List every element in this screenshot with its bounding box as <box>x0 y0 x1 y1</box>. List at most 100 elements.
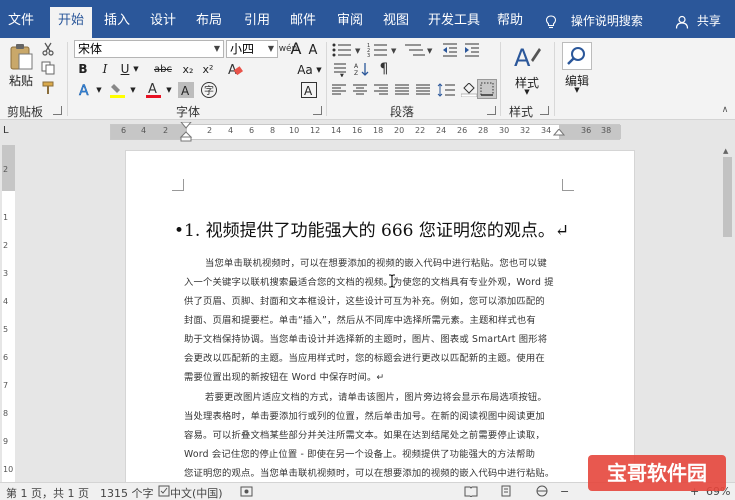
format-painter-button[interactable] <box>40 80 56 96</box>
paint-bucket-icon <box>461 83 477 97</box>
decrease-indent-button[interactable] <box>440 40 460 60</box>
align-center-button[interactable] <box>351 82 369 98</box>
word-count-status[interactable]: 1315 个字 <box>100 485 154 500</box>
chevron-down-icon[interactable]: ▼ <box>315 61 323 79</box>
text-effects-button[interactable]: A <box>76 81 94 99</box>
font-name-combo[interactable]: 宋体 ▼ <box>74 40 224 58</box>
shrink-font-button[interactable]: A <box>303 40 323 60</box>
bullets-button[interactable]: ▼ <box>330 40 364 60</box>
align-left-button[interactable] <box>330 82 348 98</box>
page-count-status[interactable]: 第 1 页，共 1 页 <box>6 485 89 500</box>
tab-references[interactable]: 引用 <box>240 0 274 38</box>
tab-review[interactable]: 审阅 <box>333 0 367 38</box>
cut-button[interactable] <box>40 41 56 57</box>
body-text-line[interactable]: 封面、页眉和提要栏。单击“插入”，然后从不同库中选择所需元素。主题和样式也有 <box>184 312 536 326</box>
tab-view[interactable]: 视图 <box>379 0 413 38</box>
copy-button[interactable] <box>40 60 56 76</box>
chevron-down-icon[interactable]: ▼ <box>560 86 594 94</box>
tell-me-search[interactable]: 操作说明搜索 <box>545 0 643 38</box>
chevron-down-icon[interactable]: ▼ <box>164 81 174 99</box>
body-text-line[interactable]: 会更改以匹配新的主题。当应用样式时，您的标题会进行更改以匹配新的主题。使用在 <box>184 350 545 364</box>
vertical-scrollbar[interactable]: ▲ <box>720 145 735 482</box>
language-status[interactable]: 中文(中国) <box>170 485 223 500</box>
body-text-line[interactable]: 当处理表格时，单击要添加行或列的位置，然后单击加号。在新的阅读视图中阅读更加 <box>184 408 545 422</box>
collapse-ribbon-icon[interactable]: ∧ <box>718 104 732 116</box>
right-indent-marker-icon[interactable] <box>553 129 565 141</box>
body-text-line[interactable]: 供了页眉、页脚、封面和文本框设计，这些设计可互为补充。例如，您可以添加匹配的 <box>184 293 545 307</box>
numbering-button[interactable]: 1 2 3 ▼ <box>366 40 400 60</box>
font-color-button[interactable]: A <box>144 81 164 99</box>
web-layout-icon[interactable] <box>536 485 548 500</box>
change-case-button[interactable]: Aa <box>293 61 317 79</box>
font-launcher[interactable] <box>313 106 322 115</box>
scroll-up-icon[interactable]: ▲ <box>723 147 728 155</box>
styles-launcher[interactable] <box>540 106 549 115</box>
show-marks-button[interactable]: ¶ <box>374 60 394 78</box>
clipboard-launcher[interactable] <box>53 106 62 115</box>
tab-insert[interactable]: 插入 <box>100 0 134 38</box>
scrollbar-thumb[interactable] <box>723 157 732 237</box>
body-text-line[interactable]: 助于文档保持协调。当您单击设计并选择新的主题时，图片、图表或 SmartArt … <box>184 331 547 345</box>
underline-button[interactable]: U <box>118 61 132 77</box>
horizontal-ruler[interactable]: 6 4 2 2 4 6 8 10 12 14 16 18 20 22 24 26… <box>110 122 621 142</box>
enclose-characters-button[interactable]: 字 <box>200 81 218 99</box>
body-text-line[interactable]: 容易。可以折叠文档某些部分并关注所需文本。如果在达到结尾处之前需要停止读取， <box>184 427 545 441</box>
paste-button[interactable] <box>6 42 36 72</box>
body-text-line[interactable]: 您证明您的观点。当您单击联机视频时，可以在想要添加的视频的嵌入代码中进行粘贴。 <box>184 465 554 479</box>
bold-button[interactable]: B <box>76 61 90 77</box>
chevron-down-icon[interactable]: ▼ <box>211 41 223 57</box>
clear-formatting-button[interactable]: A <box>226 60 244 78</box>
highlight-button[interactable] <box>108 81 128 99</box>
tab-mailings[interactable]: 邮件 <box>286 0 320 38</box>
bullet-list-icon: ▼ <box>332 43 361 57</box>
share-button[interactable]: 共享 <box>675 0 721 38</box>
indent-marker-icon[interactable] <box>179 122 193 142</box>
tab-file[interactable]: 文件 <box>6 0 36 38</box>
body-text-line[interactable]: 入一个关键字以联机搜索最适合您的文档的视频。为使您的文档具有专业外观，Word … <box>184 274 554 288</box>
document-page[interactable]: •1. 视频提供了功能强大的 666 您证明您的观点。↵ 当您单击联机视频时，可… <box>125 150 635 482</box>
site-watermark: 宝哥软件园 <box>588 455 726 491</box>
char-border-button[interactable]: A <box>300 81 318 99</box>
chevron-down-icon[interactable]: ▼ <box>128 81 138 99</box>
subscript-button[interactable]: x₂ <box>180 61 196 77</box>
vertical-ruler[interactable]: 2 1 2 3 4 5 6 7 8 9 10 <box>0 145 17 482</box>
tab-home[interactable]: 开始 <box>50 7 92 38</box>
body-text-line[interactable]: 需要位置出现的新按钮在 Word 中保存时间。↵ <box>184 369 384 383</box>
font-size-combo[interactable]: 小四 ▼ <box>226 40 278 58</box>
superscript-button[interactable]: x² <box>200 61 216 77</box>
chevron-down-icon[interactable]: ▼ <box>94 81 104 99</box>
chinese-layout-button[interactable]: ▼ <box>330 60 350 78</box>
body-text-line[interactable]: 当您单击联机视频时，可以在想要添加的视频的嵌入代码中进行粘贴。您也可以键 <box>205 255 547 269</box>
align-right-button[interactable] <box>372 82 390 98</box>
increase-indent-button[interactable] <box>462 40 482 60</box>
tab-help[interactable]: 帮助 <box>493 0 527 38</box>
svg-text:Z: Z <box>354 70 358 77</box>
tab-developer[interactable]: 开发工具 <box>425 0 483 38</box>
proofing-icon[interactable] <box>158 485 170 500</box>
styles-button[interactable]: A <box>510 40 544 74</box>
justify-button[interactable] <box>393 82 411 98</box>
shading-button[interactable] <box>460 82 478 98</box>
borders-button[interactable] <box>477 79 497 99</box>
zoom-out-button[interactable]: − <box>560 485 569 498</box>
strikethrough-button[interactable]: abc <box>152 61 174 77</box>
print-layout-icon[interactable] <box>500 485 512 500</box>
chevron-down-icon[interactable]: ▼ <box>131 61 141 77</box>
read-mode-icon[interactable] <box>464 485 478 500</box>
macro-recording-icon[interactable] <box>240 485 254 500</box>
distributed-button[interactable] <box>414 82 432 98</box>
italic-button[interactable]: I <box>98 61 112 77</box>
document-heading[interactable]: •1. 视频提供了功能强大的 666 您证明您的观点。↵ <box>174 216 569 241</box>
multilevel-list-button[interactable]: ▼ <box>402 40 436 60</box>
tab-selector[interactable]: L <box>3 125 15 137</box>
find-button[interactable] <box>562 42 592 70</box>
tab-design[interactable]: 设计 <box>146 0 180 38</box>
line-spacing-button[interactable] <box>436 82 458 98</box>
tab-layout[interactable]: 布局 <box>192 0 226 38</box>
char-shading-button[interactable]: A <box>178 81 194 99</box>
sort-button[interactable]: AZ <box>352 60 372 78</box>
body-text-line[interactable]: 若要更改图片适应文档的方式，请单击该图片，图片旁边将会显示布局选项按钮。 <box>205 389 547 403</box>
paragraph-launcher[interactable] <box>487 106 496 115</box>
chevron-down-icon[interactable]: ▼ <box>510 88 544 96</box>
body-text-line[interactable]: Word 会记住您的停止位置 - 即使在另一个设备上。视频提供了功能强大的方法帮… <box>184 446 535 460</box>
